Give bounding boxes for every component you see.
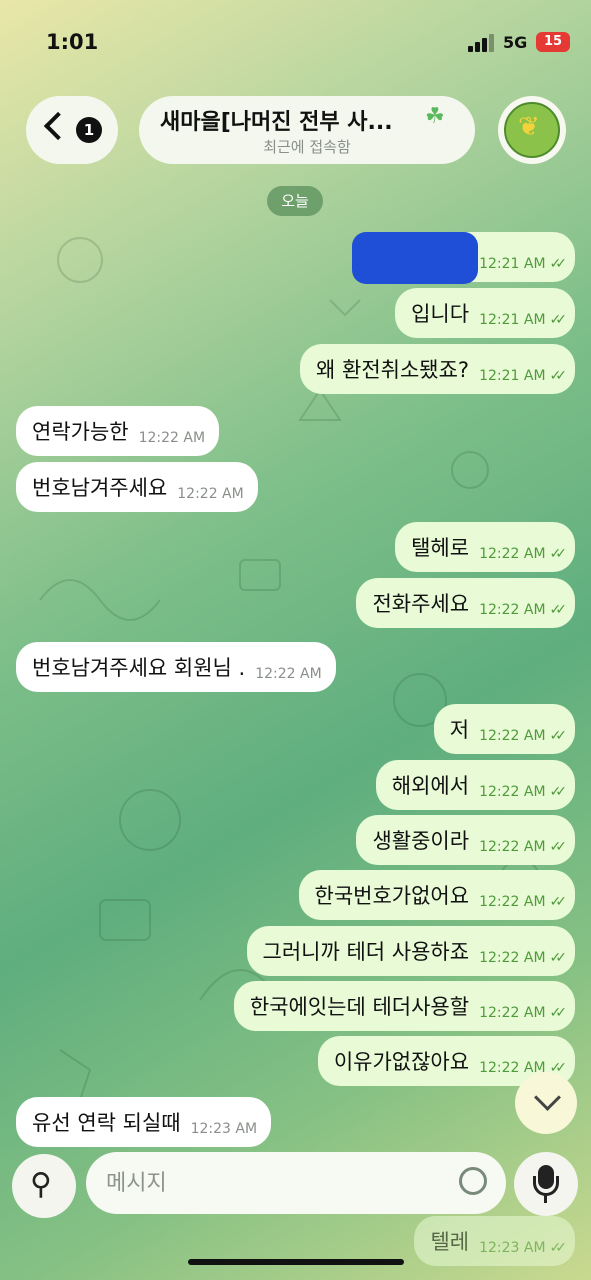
microphone-stem	[544, 1195, 547, 1203]
message-time: 12:21 AM	[479, 368, 546, 384]
read-checkmarks-icon: ✓✓	[549, 950, 568, 966]
battery-icon: 15	[536, 32, 570, 52]
chat-subtitle: 최근에 접속함	[263, 138, 351, 156]
message-time: 12:22 AM	[177, 486, 244, 502]
message-time: 12:22 AM	[255, 666, 322, 682]
message-bubble-outgoing[interactable]: 해외에서 12:22 AM ✓✓	[375, 760, 575, 810]
message-text: 저	[449, 718, 470, 742]
message-text: 해외에서	[391, 774, 470, 798]
message-time: 12:22 AM	[479, 1005, 546, 1021]
message-text: 번호남겨주세요 회원님 .	[32, 656, 246, 680]
read-checkmarks-icon: ✓✓	[549, 839, 568, 855]
message-text: 탤헤로	[411, 536, 470, 560]
read-checkmarks-icon: ✓✓	[549, 1240, 568, 1256]
message-time: 12:21 AM	[479, 256, 546, 272]
message-time: 12:23 AM	[479, 1240, 546, 1256]
message-text: 전화주세요	[372, 592, 470, 616]
status-time: 1:01	[46, 30, 99, 54]
signal-icon	[468, 34, 494, 52]
message-text: 텔레	[430, 1230, 470, 1254]
message-time: 12:23 AM	[190, 1121, 258, 1137]
message-bubble-incoming[interactable]: 연락가능한 12:22 AM	[16, 406, 220, 456]
read-checkmarks-icon: ✓✓	[549, 256, 568, 272]
chat-title: 새마을[나머진 전부 사...	[160, 110, 393, 135]
message-bubble-outgoing[interactable]: 입니다 12:21 AM ✓✓	[395, 288, 575, 338]
paperclip-icon: ⚲	[30, 1167, 52, 1202]
message-bubble-outgoing[interactable]: 생활중이라 12:22 AM ✓✓	[356, 815, 575, 865]
message-text: 생활중이라	[372, 829, 470, 853]
home-indicator	[188, 1259, 404, 1265]
message-bubble-outgoing[interactable]: 탤헤로 12:22 AM ✓✓	[395, 522, 575, 572]
message-bubble-outgoing[interactable]: 저 12:22 AM ✓✓	[433, 704, 575, 754]
message-time: 12:22 AM	[479, 839, 546, 855]
message-bubble-outgoing[interactable]: 그러니까 테더 사용하죠 12:22 AM ✓✓	[246, 926, 575, 976]
message-text: 입니다	[411, 302, 470, 326]
read-checkmarks-icon: ✓✓	[549, 602, 568, 618]
network-type: 5G	[503, 33, 528, 52]
message-bubble-incoming[interactable]: 유선 연락 되실때 12:23 AM	[16, 1097, 272, 1147]
message-text: 연락가능한	[32, 420, 129, 444]
message-text: 이유가없잖아요	[333, 1050, 470, 1074]
message-text: 유선 연락 되실때	[32, 1111, 181, 1135]
read-checkmarks-icon: ✓✓	[549, 368, 568, 384]
status-bar: 1:01 5G 15	[0, 0, 591, 80]
message-time: 12:21 AM	[479, 312, 546, 328]
message-bubble-incoming[interactable]: 번호남겨주세요 12:22 AM	[16, 462, 258, 512]
date-separator: 오늘	[267, 186, 323, 216]
read-checkmarks-icon: ✓✓	[549, 728, 568, 744]
message-input[interactable]	[104, 1162, 448, 1204]
message-time: 12:22 AM	[479, 950, 546, 966]
message-text: 한국에잇는데 테더사용할	[249, 995, 470, 1019]
message-text: 번호남겨주세요	[32, 476, 168, 500]
sticker-icon[interactable]	[459, 1167, 487, 1195]
message-time: 12:22 AM	[479, 728, 546, 744]
message-text: 왜 환전취소됐죠?	[316, 358, 470, 382]
message-time: 12:22 AM	[479, 784, 546, 800]
message-bubble-outgoing[interactable]: 텔레 12:23 AM ✓✓	[414, 1216, 575, 1266]
message-time: 12:22 AM	[479, 602, 546, 618]
message-bubble-outgoing[interactable]: 한국에잇는데 테더사용할 12:22 AM ✓✓	[233, 981, 575, 1031]
sprout-logo-icon: ❦	[518, 112, 540, 142]
back-button[interactable]	[26, 96, 118, 164]
message-text: 그러니까 테더 사용하죠	[262, 940, 470, 964]
redaction-blot	[352, 232, 478, 284]
read-checkmarks-icon: ✓✓	[549, 894, 568, 910]
message-time: 12:22 AM	[479, 894, 546, 910]
clover-icon: ☘	[425, 104, 445, 129]
read-checkmarks-icon: ✓✓	[549, 546, 568, 562]
read-checkmarks-icon: ✓✓	[549, 784, 568, 800]
message-bubble-outgoing[interactable]: 전화주세요 12:22 AM ✓✓	[356, 578, 575, 628]
message-time: 12:22 AM	[479, 546, 546, 562]
message-bubble-outgoing[interactable]: 한국번호가없어요 12:22 AM ✓✓	[298, 870, 575, 920]
read-checkmarks-icon: ✓✓	[549, 312, 568, 328]
message-time: 12:22 AM	[138, 430, 206, 446]
unread-count-badge: 1	[76, 117, 102, 143]
message-bubble-incoming[interactable]: 번호남겨주세요 회원님 . 12:22 AM	[16, 642, 336, 692]
message-text: 한국번호가없어요	[314, 884, 470, 908]
read-checkmarks-icon: ✓✓	[549, 1005, 568, 1021]
message-bubble-outgoing[interactable]: 왜 환전취소됐죠? 12:21 AM ✓✓	[300, 344, 575, 394]
